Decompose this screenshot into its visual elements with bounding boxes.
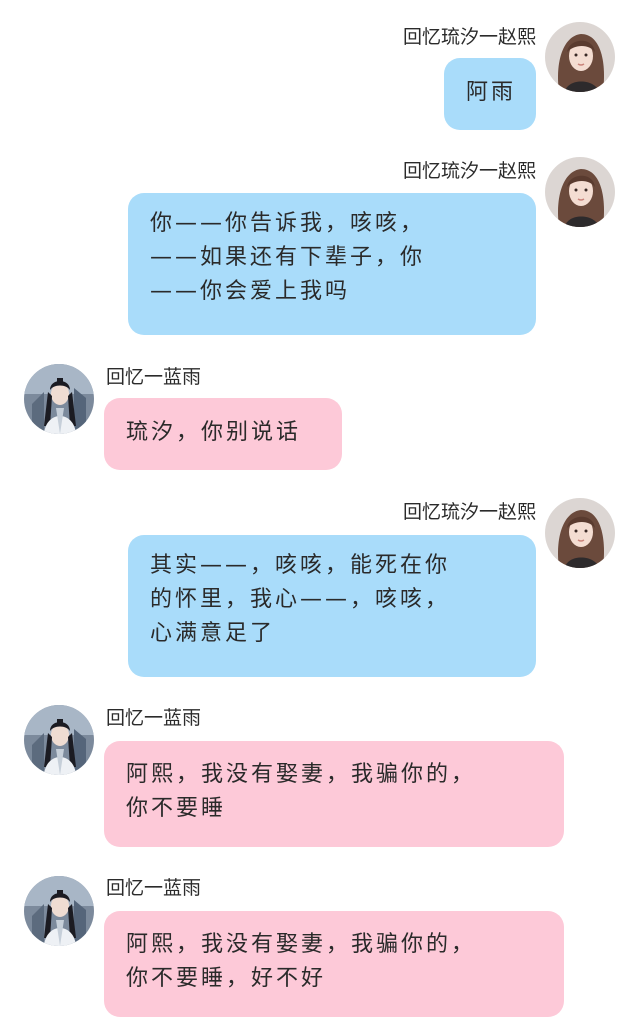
sender-avatar-right[interactable] (545, 498, 615, 568)
message-bubble[interactable]: 阿熙，我没有娶妻，我骗你的， 你不要睡，好不好 (104, 911, 564, 1017)
message-line: 你——你告诉我，咳咳， (150, 211, 426, 236)
sender-avatar-left[interactable] (24, 876, 94, 946)
message-line: 你不要睡，好不好 (126, 966, 327, 991)
chat-screen: { "chat": { "sender_right": "回忆琉汐一赵熙", "… (0, 0, 640, 1033)
sender-avatar-right[interactable] (545, 22, 615, 92)
message-line: 阿雨 (466, 80, 517, 105)
message-bubble[interactable]: 其实——，咳咳，能死在你 的怀里，我心——，咳咳， 心满意足了 (128, 535, 536, 677)
sender-name: 回忆琉汐一赵熙 (402, 501, 536, 523)
message-line: 其实——，咳咳，能死在你 (150, 553, 451, 578)
sender-avatar-right[interactable] (545, 157, 615, 227)
message-bubble[interactable]: 你——你告诉我，咳咳， ——如果还有下辈子，你 ——你会爱上我吗 (128, 193, 536, 335)
sender-name: 回忆一蓝雨 (106, 877, 202, 899)
sender-name: 回忆一蓝雨 (106, 707, 202, 729)
woman-portrait-avatar-icon (545, 22, 615, 92)
sender-name: 回忆一蓝雨 (106, 366, 202, 388)
message-line: 琉汐，你别说话 (126, 420, 302, 445)
woman-portrait-avatar-icon (545, 498, 615, 568)
sender-name: 回忆琉汐一赵熙 (402, 160, 536, 182)
sender-name: 回忆琉汐一赵熙 (402, 26, 536, 48)
message-line: 你不要睡 (126, 796, 227, 821)
message-line: ——如果还有下辈子，你 (150, 245, 426, 270)
sender-avatar-left[interactable] (24, 705, 94, 775)
message-bubble[interactable]: 阿熙，我没有娶妻，我骗你的， 你不要睡 (104, 741, 564, 847)
message-bubble[interactable]: 琉汐，你别说话 (104, 398, 342, 470)
message-line: 心满意足了 (150, 621, 276, 646)
message-line: 阿熙，我没有娶妻，我骗你的， (126, 932, 477, 957)
sender-avatar-left[interactable] (24, 364, 94, 434)
message-bubble[interactable]: 阿雨 (444, 58, 536, 130)
swordsman-portrait-avatar-icon (24, 876, 94, 946)
message-line: 的怀里，我心——，咳咳， (150, 587, 451, 612)
swordsman-portrait-avatar-icon (24, 705, 94, 775)
woman-portrait-avatar-icon (545, 157, 615, 227)
swordsman-portrait-avatar-icon (24, 364, 94, 434)
message-line: ——你会爱上我吗 (150, 279, 351, 304)
message-line: 阿熙，我没有娶妻，我骗你的， (126, 762, 477, 787)
